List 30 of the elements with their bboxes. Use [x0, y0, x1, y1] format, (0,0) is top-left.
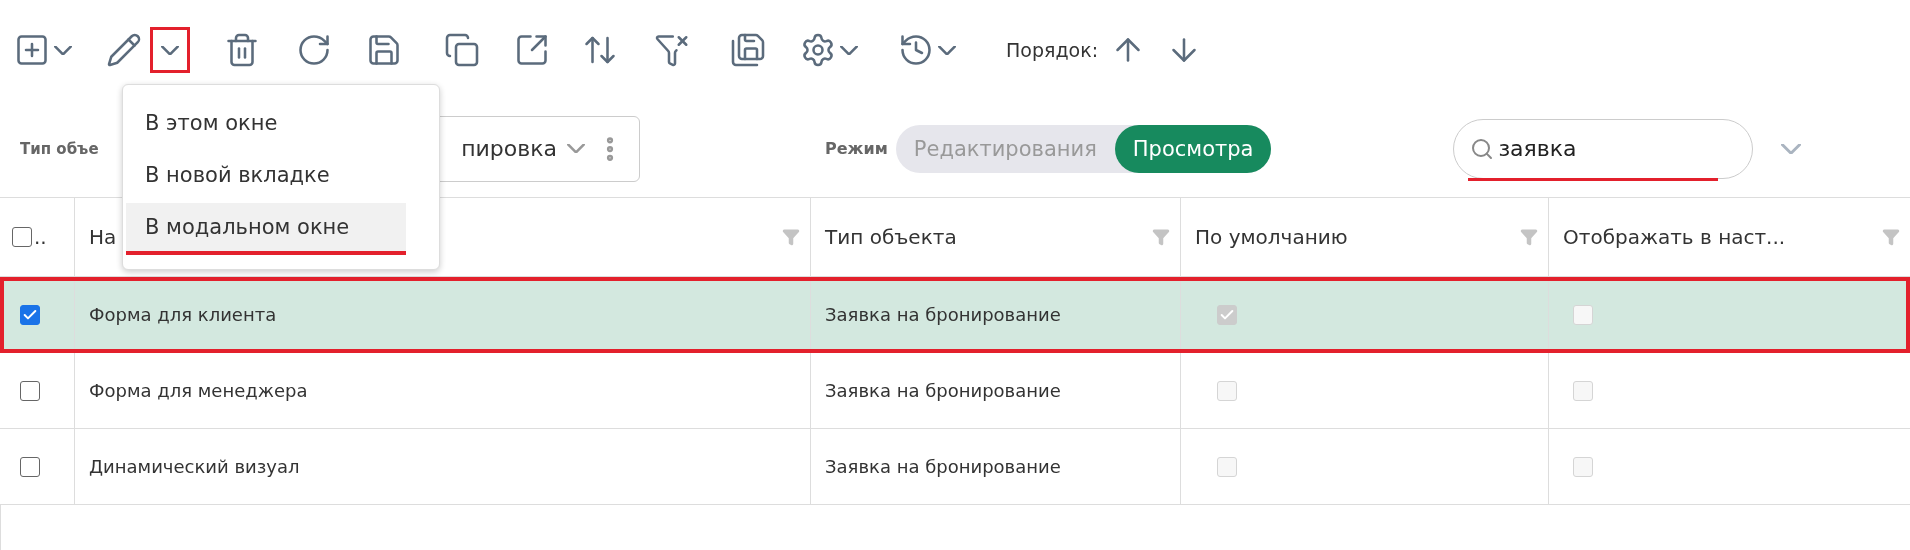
checkbox[interactable]: [20, 380, 40, 401]
column-header[interactable]: На: [89, 225, 117, 249]
checkbox[interactable]: [20, 304, 40, 325]
table-row[interactable]: Форма для клиента Заявка на бронирование: [0, 277, 1910, 353]
checkbox[interactable]: [12, 227, 32, 247]
order-label: Порядок:: [1006, 39, 1099, 61]
caret-icon[interactable]: [938, 45, 956, 55]
table-cell: Заявка на бронирование: [825, 456, 1061, 477]
caret-icon: [161, 45, 179, 55]
table-cell: Динамический визуал: [89, 456, 300, 477]
menu-item[interactable]: В модальном окне: [126, 203, 406, 255]
select-all-label: ..: [34, 225, 47, 249]
object-type-label: Тип объе: [20, 139, 100, 158]
caret-icon[interactable]: [54, 45, 72, 55]
table-row[interactable]: Форма для менеджера Заявка на бронирование: [0, 353, 1910, 429]
column-header[interactable]: Тип объекта: [825, 225, 957, 249]
search-icon: [1470, 136, 1495, 161]
mode-tab[interactable]: Просмотра: [1114, 124, 1272, 173]
table-cell: Заявка на бронирование: [825, 380, 1061, 401]
table-cell: Форма для менеджера: [89, 380, 308, 401]
caret-icon: [567, 144, 585, 153]
checkbox[interactable]: [20, 456, 40, 477]
column-header[interactable]: Отображать в наст...: [1563, 225, 1786, 249]
table-cell: Форма для клиента: [89, 304, 277, 325]
table-row[interactable]: Динамический визуал Заявка на бронирование: [0, 429, 1910, 505]
table-cell: Заявка на бронирование: [825, 304, 1061, 325]
caret-button[interactable]: [150, 27, 190, 73]
column-header[interactable]: По умолчанию: [1195, 225, 1348, 249]
caret-icon[interactable]: [840, 45, 858, 55]
mode-label: Режим: [825, 139, 888, 158]
